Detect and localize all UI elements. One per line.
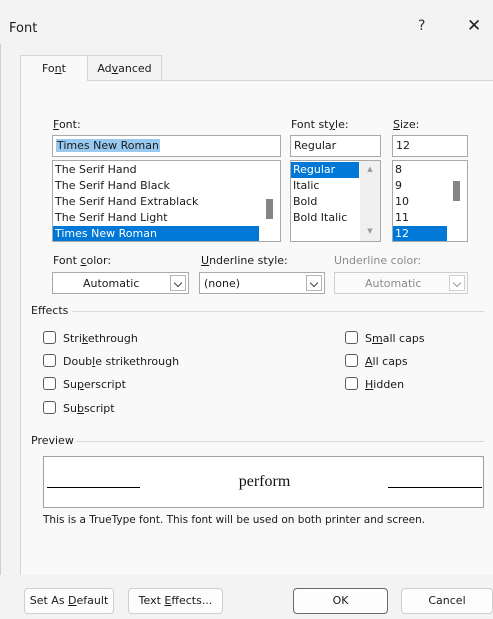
list-item-selected[interactable]: Times New Roman <box>53 226 261 241</box>
scrollbar-thumb[interactable] <box>453 181 460 201</box>
font-color-label: Font color: <box>53 254 112 267</box>
close-icon[interactable]: ✕ <box>467 16 481 36</box>
font-style-input[interactable]: Regular <box>290 135 381 157</box>
font-input[interactable]: Times New Roman <box>52 135 281 157</box>
list-item-selected[interactable]: Regular <box>291 162 359 178</box>
font-style-label: Font style: <box>291 118 349 131</box>
all-caps-label[interactable]: All caps <box>365 355 408 368</box>
font-style-scrollbar[interactable]: ▲ ▼ <box>360 161 380 241</box>
font-input-text: Times New Roman <box>56 139 160 152</box>
double-strikethrough-checkbox[interactable] <box>43 354 56 367</box>
set-as-default-button[interactable]: Set As Default <box>24 588 114 614</box>
font-style-list[interactable]: Regular Italic Bold Bold Italic ▲ ▼ <box>290 160 381 242</box>
window-title: Font <box>9 21 38 36</box>
scroll-up-icon[interactable]: ▲ <box>360 165 380 173</box>
font-list-scrollbar[interactable] <box>259 161 280 241</box>
underline-color-value: Automatic <box>365 277 422 290</box>
subscript-label[interactable]: Subscript <box>63 402 115 415</box>
preview-group-title: Preview <box>31 434 74 447</box>
preview-box: perform <box>43 456 484 508</box>
font-color-dropdown[interactable]: Automatic <box>52 272 189 294</box>
underline-style-value: (none) <box>204 277 241 290</box>
all-caps-checkbox[interactable] <box>345 354 358 367</box>
hidden-label[interactable]: Hidden <box>365 378 404 391</box>
scroll-down-icon[interactable]: ▼ <box>360 227 380 235</box>
text-effects-button[interactable]: Text Effects... <box>128 588 223 614</box>
underline-color-dropdown: Automatic <box>334 272 468 294</box>
scrollbar-thumb[interactable] <box>266 199 273 219</box>
list-item[interactable]: The Serif Hand Black <box>53 178 280 194</box>
preview-sample-text: perform <box>238 473 291 490</box>
underline-style-dropdown[interactable]: (none) <box>199 272 325 294</box>
window-border <box>0 44 1 619</box>
font-list[interactable]: The Serif Hand The Serif Hand Black The … <box>52 160 281 242</box>
cancel-button[interactable]: Cancel <box>401 588 493 614</box>
size-list-scrollbar[interactable] <box>447 161 467 241</box>
effects-group-title: Effects <box>31 304 69 317</box>
list-item[interactable]: The Serif Hand Light <box>53 210 280 226</box>
superscript-label[interactable]: Superscript <box>63 378 126 391</box>
double-strikethrough-label[interactable]: Double strikethrough <box>63 355 179 368</box>
chevron-down-icon <box>449 275 465 291</box>
size-input[interactable]: 12 <box>392 135 468 157</box>
hidden-checkbox[interactable] <box>345 377 358 390</box>
effects-divider <box>72 311 484 312</box>
font-label: Font: <box>53 118 81 131</box>
preview-divider <box>76 441 484 442</box>
font-color-value: Automatic <box>83 277 140 290</box>
font-type-note: This is a TrueType font. This font will … <box>43 514 426 526</box>
tab-advanced[interactable]: Advanced <box>88 55 162 81</box>
superscript-checkbox[interactable] <box>43 377 56 390</box>
small-caps-checkbox[interactable] <box>345 331 358 344</box>
underline-style-label: Underline style: <box>201 254 288 267</box>
tab-font[interactable]: Font <box>20 55 88 81</box>
strikethrough-label[interactable]: Strikethrough <box>63 332 138 345</box>
chevron-down-icon[interactable] <box>306 275 322 291</box>
help-button[interactable]: ? <box>418 18 425 34</box>
size-label: Size: <box>393 118 420 131</box>
preview-baseline-right <box>388 487 482 488</box>
chevron-down-icon[interactable] <box>170 275 186 291</box>
subscript-checkbox[interactable] <box>43 401 56 414</box>
underline-color-label: Underline color: <box>334 254 422 267</box>
size-list[interactable]: 8 9 10 11 12 <box>392 160 468 242</box>
strikethrough-checkbox[interactable] <box>43 331 56 344</box>
ok-button[interactable]: OK <box>293 588 388 614</box>
list-item[interactable]: The Serif Hand Extrablack <box>53 194 280 210</box>
small-caps-label[interactable]: Small caps <box>365 332 425 345</box>
list-item-selected[interactable]: 12 <box>393 226 448 241</box>
list-item[interactable]: The Serif Hand <box>53 162 280 178</box>
